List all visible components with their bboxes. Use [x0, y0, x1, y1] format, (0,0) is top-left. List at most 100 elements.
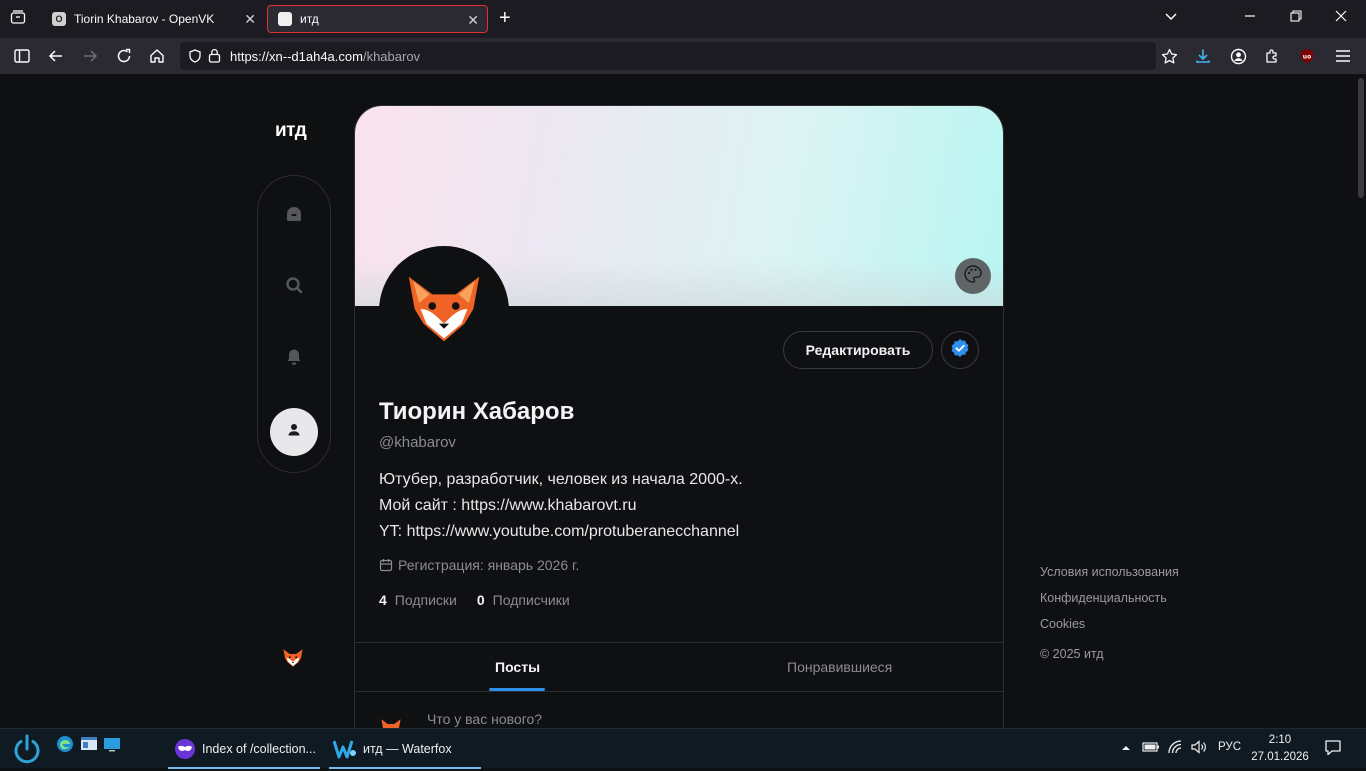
user-icon	[284, 420, 304, 445]
profile-display-name: Тиорин Хабаров	[379, 398, 575, 425]
task-active-underline	[329, 767, 481, 769]
compose-avatar-icon	[379, 716, 403, 728]
forward-icon[interactable]	[80, 46, 100, 66]
edit-profile-button[interactable]: Редактировать	[783, 331, 933, 369]
restore-icon[interactable]	[1290, 9, 1302, 27]
profile-card: Редактировать Тиорин Хабаров @khabarov Ю…	[354, 105, 1004, 728]
nav-notifications[interactable]	[270, 335, 318, 383]
desktop-icon[interactable]	[103, 735, 121, 758]
mask-app-icon	[174, 738, 196, 760]
profile-tabs: Посты Понравившиеся	[355, 642, 1003, 692]
close-window-icon[interactable]	[1335, 9, 1347, 27]
page-scrollbar[interactable]	[1358, 78, 1364, 198]
cookies-link[interactable]: Cookies	[1040, 617, 1085, 631]
bio-line: Ютубер, разработчик, человек из начала 2…	[379, 471, 743, 488]
home-icon[interactable]	[147, 46, 167, 66]
verified-badge-icon	[950, 338, 970, 363]
notifications-icon[interactable]	[1324, 739, 1342, 762]
browser-nav-bar: https://xn--d1ah4a.com/khabarov uo	[0, 38, 1366, 74]
extensions-icon[interactable]	[1262, 46, 1282, 66]
tray-overflow-chevron-icon[interactable]	[1120, 741, 1132, 759]
close-tab-icon[interactable]: ✕	[244, 11, 256, 28]
copyright: © 2025 итд	[1040, 647, 1104, 661]
page-viewport: итд Редактировать Тиорин Хабаров @khabar…	[0, 74, 1366, 728]
lock-icon[interactable]	[208, 48, 221, 66]
account-icon[interactable]	[1228, 46, 1248, 66]
clock-time: 2:10	[1268, 734, 1292, 746]
bookmark-star-icon[interactable]	[1159, 46, 1179, 66]
tab-title: Tiorin Khabarov - OpenVK	[74, 12, 215, 26]
menu-icon[interactable]	[1333, 46, 1353, 66]
wifi-icon[interactable]	[1167, 739, 1183, 760]
bell-icon	[284, 347, 304, 372]
followers-link[interactable]: 0 Подписчики	[477, 592, 570, 608]
task-active-underline	[168, 767, 320, 769]
nav-search[interactable]	[270, 263, 318, 311]
fox-emoji-icon[interactable]	[281, 646, 305, 676]
system-clock[interactable]: 2:10 27.01.2026	[1248, 732, 1312, 766]
browser-tab-itd[interactable]: итд ✕	[267, 5, 488, 33]
bio-line[interactable]: Мой сайт : https://www.khabarovt.ru	[379, 497, 636, 515]
active-tab-indicator	[489, 688, 545, 691]
chevron-down-icon[interactable]	[1164, 9, 1178, 28]
compose-input[interactable]: Что у вас нового?	[427, 711, 542, 727]
volume-icon[interactable]	[1190, 739, 1208, 760]
site-logo[interactable]: итд	[275, 120, 307, 142]
task-label: Index of /collection...	[202, 742, 316, 756]
browser-tab-strip: O Tiorin Khabarov - OpenVK ✕ итд ✕ +	[0, 0, 1366, 38]
profile-handle: @khabarov	[379, 434, 456, 451]
os-taskbar: Index of /collection... итд — Waterfox Р…	[0, 728, 1366, 771]
reload-icon[interactable]	[114, 46, 134, 66]
tab-list-icon[interactable]	[10, 9, 26, 30]
avatar[interactable]	[379, 246, 509, 376]
waterfox-icon	[333, 738, 357, 760]
browser-tab-openvk[interactable]: O Tiorin Khabarov - OpenVK ✕	[42, 5, 264, 33]
power-start-icon[interactable]	[10, 732, 44, 771]
calendar-icon	[379, 558, 393, 572]
bio-line[interactable]: YT: https://www.youtube.com/protuberanec…	[379, 523, 739, 541]
search-icon	[284, 275, 304, 300]
registration-date: Регистрация: январь 2026 г.	[379, 557, 579, 573]
url-path: /khabarov	[362, 48, 421, 64]
edge-icon[interactable]	[56, 735, 74, 758]
following-link[interactable]: 4 Подписки	[379, 592, 457, 608]
openvk-favicon-icon: O	[52, 12, 66, 26]
close-tab-icon[interactable]: ✕	[467, 12, 479, 29]
task-index-of-collection[interactable]: Index of /collection...	[168, 729, 320, 769]
shield-icon[interactable]	[188, 49, 202, 66]
url-bar[interactable]: https://xn--d1ah4a.com/khabarov	[180, 42, 1156, 70]
followers-label: Подписчики	[492, 592, 570, 608]
home-icon	[284, 204, 304, 229]
nav-home[interactable]	[270, 192, 318, 240]
new-tab-icon[interactable]: +	[499, 7, 511, 30]
follow-stats: 4 Подписки 0 Подписчики	[379, 592, 570, 608]
following-label: Подписки	[394, 592, 457, 608]
nav-profile[interactable]	[270, 408, 318, 456]
minimize-icon[interactable]	[1244, 9, 1256, 27]
url-host: https://xn--d1ah4a.com	[230, 48, 363, 64]
tab-liked[interactable]: Понравившиеся	[787, 643, 892, 691]
itd-favicon-icon	[278, 12, 292, 26]
followers-count: 0	[476, 592, 485, 608]
terms-link[interactable]: Условия использования	[1040, 565, 1179, 579]
privacy-link[interactable]: Конфиденциальность	[1040, 591, 1167, 605]
tab-title: итд	[300, 12, 319, 26]
tab-posts[interactable]: Посты	[495, 643, 540, 691]
task-waterfox[interactable]: итд — Waterfox	[329, 729, 481, 769]
banner-palette-button[interactable]	[955, 258, 991, 294]
verification-button[interactable]	[941, 331, 979, 369]
battery-icon[interactable]	[1142, 740, 1160, 759]
palette-icon	[963, 264, 983, 289]
download-icon[interactable]	[1193, 46, 1213, 66]
back-icon[interactable]	[46, 46, 66, 66]
fox-avatar-icon	[400, 265, 488, 358]
registration-text: Регистрация: январь 2026 г.	[398, 557, 580, 573]
svg-text:uo: uo	[1303, 54, 1311, 61]
clock-date: 27.01.2026	[1251, 751, 1309, 763]
ublock-icon[interactable]: uo	[1297, 46, 1317, 66]
input-language[interactable]: РУС	[1218, 741, 1241, 753]
side-navigation	[257, 175, 331, 473]
sidebar-toggle-icon[interactable]	[12, 46, 32, 66]
explorer-icon[interactable]	[80, 735, 98, 758]
following-count: 4	[379, 592, 387, 608]
